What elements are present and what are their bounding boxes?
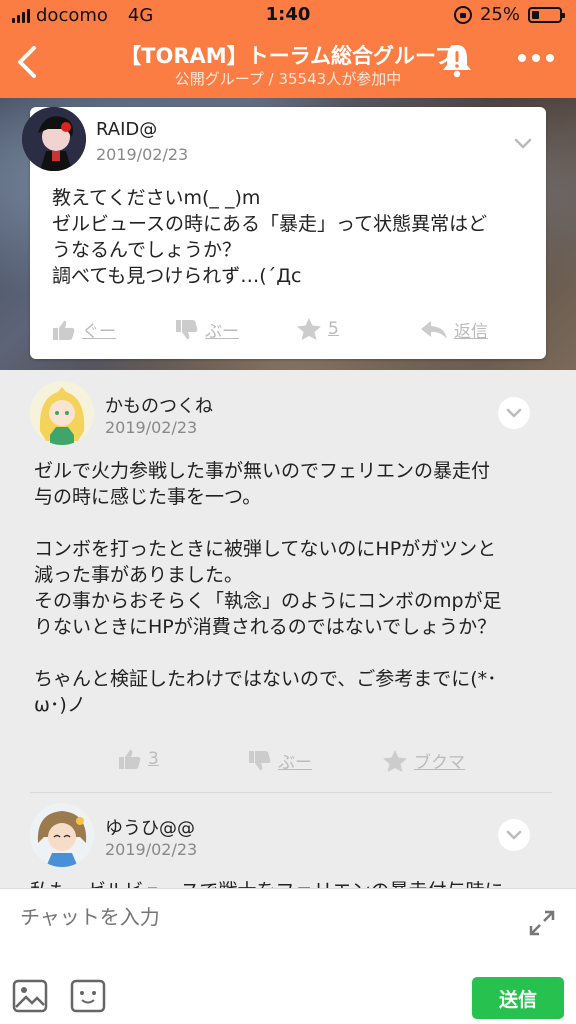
post-body: 教えてくださいm(_ _)m ゼルビュースの時にある「暴走」って状態異常はど う… [52, 185, 487, 289]
image-icon [12, 979, 48, 1013]
bookmark-label: ブクマ [414, 753, 465, 773]
reply-icon [421, 320, 447, 339]
chat-input-bar: 送信 [0, 888, 576, 1024]
nav-bar: 【TORAM】トーラム総合グループ 公開グループ / 35543人が参加中 [0, 30, 576, 92]
comment-options-button[interactable] [498, 397, 530, 429]
star-count: 5 [328, 319, 339, 339]
post-line: うなるんでしょうか？ [52, 239, 242, 261]
expand-button[interactable] [528, 909, 556, 937]
header-bar: docomo 4G 1:40 25% 【TORAM】トーラム総合グループ 公開グ… [0, 0, 576, 98]
post-card: RAID@ 2019/02/23 教えてくださいm(_ _)m ゼルビュースの時… [22, 107, 546, 359]
comment-line: その事からおそらく「執念」のようにコンボのmpが足 [34, 590, 502, 612]
avatar-image [30, 803, 94, 867]
comment-bad-button[interactable]: ぶー [248, 748, 312, 773]
battery-percent: 25% [479, 4, 520, 25]
post-date: 2019/02/23 [96, 145, 189, 164]
post-avatar[interactable] [22, 107, 86, 171]
good-count: 3 [148, 749, 159, 769]
more-menu-button[interactable] [518, 50, 554, 66]
emoji-icon [70, 979, 106, 1013]
post-username: RAID@ [96, 119, 158, 140]
rotation-lock-icon [453, 5, 472, 24]
chevron-left-icon [18, 46, 36, 78]
comment-username: かものつくね [105, 396, 213, 417]
comment-line: ゼルで火力参戦した事が無いのでフェリエンの暴走付 [34, 460, 491, 482]
comment-line: ちゃんと検証したわけではないので、ご参考までに(*･ [34, 668, 497, 690]
comment-date: 2019/02/23 [105, 418, 198, 437]
expand-icon [529, 910, 555, 936]
notification-button[interactable] [440, 42, 474, 78]
star-icon [297, 318, 321, 340]
post-options-button[interactable] [508, 129, 538, 159]
comment-line: コンボを打ったときに被弾してないのにHPがガツンと [34, 538, 497, 560]
thumbs-up-icon [53, 320, 75, 340]
comment-good-button[interactable]: 3 [118, 748, 159, 770]
comment-options-button[interactable] [498, 819, 530, 851]
comment-avatar[interactable] [30, 803, 94, 867]
bad-label: ぶー [205, 322, 239, 342]
comment-line: りないときにHPが消費されるのではないでしょうか？ [34, 616, 497, 638]
chat-input[interactable] [20, 905, 500, 929]
star-icon [383, 749, 407, 772]
post-bad-button[interactable]: ぶー [175, 317, 239, 342]
comment-line [34, 510, 502, 536]
post-reply-button[interactable]: 返信 [420, 317, 488, 342]
post-star-button[interactable]: 5 [296, 317, 339, 341]
comment-line: 減った事がありました。 [34, 564, 244, 586]
emoji-button[interactable] [70, 979, 106, 1013]
thumbs-down-icon [249, 750, 271, 770]
status-bar: docomo 4G 1:40 25% [0, 0, 576, 30]
comment-line: 与の時に感じた事を一つ。 [34, 486, 262, 508]
good-label: ぐー [82, 322, 116, 342]
comment-partial-line: 私も、ゼルビュースで戦士をフェリエンの暴走付与時に [30, 876, 570, 888]
chevron-down-icon [514, 138, 532, 149]
post-line: 教えてくださいm(_ _)m [52, 187, 261, 209]
post-good-button[interactable]: ぐー [52, 317, 116, 342]
comment-line [34, 640, 502, 666]
bad-label: ぶー [278, 753, 312, 773]
comment-line: ω･)ノ [34, 694, 86, 716]
post-line: ゼルビュースの時にある「暴走」って状態異常はど [52, 213, 488, 235]
comment-body: ゼルで火力参戦した事が無いのでフェリエンの暴走付 与の時に感じた事を一つ。 コン… [34, 458, 502, 718]
back-button[interactable] [8, 40, 48, 84]
reply-label: 返信 [454, 322, 488, 342]
comment-avatar[interactable] [30, 381, 94, 445]
thumbs-down-icon [176, 319, 198, 339]
comment-divider [30, 792, 552, 793]
comment-username: ゆうひ@@ [105, 818, 195, 839]
comment-list: かものつくね 2019/02/23 ゼルで火力参戦した事が無いのでフェリエンの暴… [0, 370, 576, 890]
post-line: 調べても見つけられず…(´Дc [52, 265, 302, 287]
thumbs-up-icon [119, 749, 141, 769]
battery-icon [528, 6, 565, 23]
group-subtitle: 公開グループ / 35543人が参加中 [174, 70, 402, 88]
comment-date: 2019/02/23 [105, 840, 198, 859]
send-button[interactable]: 送信 [472, 977, 564, 1019]
chevron-down-icon [506, 830, 522, 840]
image-button[interactable] [12, 979, 48, 1013]
group-title: 【TORAM】トーラム総合グループ [120, 44, 456, 68]
bell-alert-icon [443, 45, 471, 78]
chevron-down-icon [506, 408, 522, 418]
avatar-image [22, 107, 86, 171]
avatar-image [30, 381, 94, 445]
comment-bookmark-button[interactable]: ブクマ [382, 748, 465, 773]
